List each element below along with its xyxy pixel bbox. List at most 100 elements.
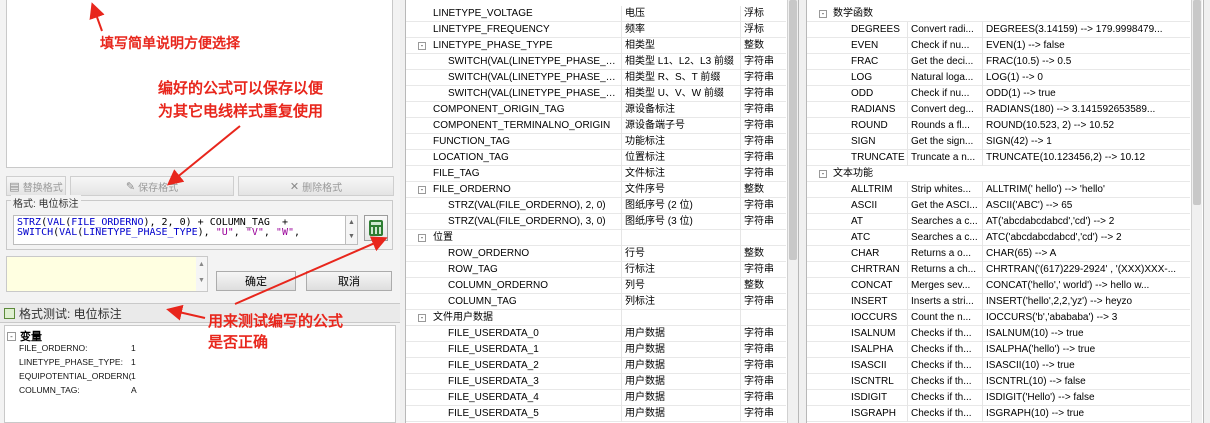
attribute-description: 列标注 [625, 294, 741, 310]
function-row[interactable]: CHAR Returns a o... CHAR(65) --> A [807, 246, 1190, 262]
tree-collapse-icon[interactable]: - [418, 186, 426, 194]
save-format-button[interactable]: ✎ 保存格式 [70, 176, 234, 196]
function-row[interactable]: ISGRAPH Checks if th... ISGRAPH(10) --> tr… [807, 406, 1190, 422]
tree-collapse-icon[interactable]: - [819, 170, 827, 178]
function-group-row[interactable]: - 数学函数 [807, 6, 1190, 22]
attribute-name: FILE_ORDERNO [433, 182, 622, 198]
function-row[interactable]: TRUNCATE Truncate a n... TRUNCATE(10.12345… [807, 150, 1190, 166]
function-row[interactable]: ODD Check if nu... ODD(1) --> true [807, 86, 1190, 102]
attribute-row[interactable]: ROW_TAG 行标注 字符串 [406, 262, 786, 278]
function-row[interactable]: LOG Natural loga... LOG(1) --> 0 [807, 70, 1190, 86]
function-row[interactable]: INSERT Inserts a stri... INSERT('hello',2,… [807, 294, 1190, 310]
attribute-group-row[interactable]: - 位置 [406, 230, 786, 246]
function-name: ATC [851, 230, 908, 246]
format-description-input[interactable] [6, 256, 204, 292]
formula-builder-button[interactable] [364, 215, 388, 241]
function-row[interactable]: SIGN Get the sign... SIGN(42) --> 1 [807, 134, 1190, 150]
function-row[interactable]: CONCAT Merges sev... CONCAT('hello',' worl… [807, 278, 1190, 294]
attribute-row[interactable]: COMPONENT_ORIGIN_TAG 源设备标注 字符串 [406, 102, 786, 118]
variable-value[interactable]: 1 [131, 357, 136, 367]
function-row[interactable]: IOCCURS Count the n... IOCCURS('b','ababab… [807, 310, 1190, 326]
description-scrollbar[interactable]: ▲ ▼ [196, 256, 208, 292]
functions-grid[interactable]: - 数学函数 DEGREES Convert radi... DEGREES(3.141… [806, 0, 1204, 423]
function-row[interactable]: ISALNUM Checks if th... ISALNUM(10) --> tr… [807, 326, 1190, 342]
attributes-scroll-thumb[interactable] [789, 0, 797, 260]
attribute-row[interactable]: FILE_USERDATA_0 用户数据 字符串 [406, 326, 786, 342]
attribute-row[interactable]: ROW_ORDERNO 行号 整数 [406, 246, 786, 262]
function-row[interactable]: EVEN Check if nu... EVEN(1) --> false [807, 38, 1190, 54]
calculator-icon [369, 220, 383, 236]
attribute-row[interactable]: LINETYPE_VOLTAGE 电压 浮标 [406, 6, 786, 22]
function-example: CHAR(65) --> A [986, 248, 1057, 259]
attribute-group-row[interactable]: - 文件用户数据 [406, 310, 786, 326]
variable-value[interactable]: 1 [131, 371, 136, 381]
variable-value[interactable]: A [131, 385, 137, 395]
attribute-row[interactable]: SWITCH(VAL(LINETYPE_PHASE_TYP... 相类型 U、V、… [406, 86, 786, 102]
attribute-row[interactable]: LINETYPE_FREQUENCY 频率 浮标 [406, 22, 786, 38]
function-row[interactable]: AT Searches a c... AT('abcdabcdabcd','cd')… [807, 214, 1190, 230]
attribute-row[interactable]: STRZ(VAL(FILE_ORDERNO), 3, 0) 图纸序号 (3 位) 字… [406, 214, 786, 230]
attributes-scrollbar[interactable] [787, 0, 798, 423]
attribute-row[interactable]: FILE_USERDATA_4 用户数据 字符串 [406, 390, 786, 406]
attribute-row[interactable]: FUNCTION_TAG 功能标注 字符串 [406, 134, 786, 150]
attribute-row[interactable]: COLUMN_ORDERNO 列号 整数 [406, 278, 786, 294]
function-description: Check if nu... [911, 86, 983, 102]
tree-collapse-icon[interactable]: - [418, 234, 426, 242]
attribute-row[interactable]: COLUMN_TAG 列标注 字符串 [406, 294, 786, 310]
cancel-button[interactable]: 取消 [306, 271, 392, 291]
attribute-name: LINETYPE_VOLTAGE [433, 6, 622, 22]
attribute-group-row[interactable]: - LINETYPE_PHASE_TYPE 相类型 整数 [406, 38, 786, 54]
function-row[interactable]: ROUND Rounds a fl... ROUND(10.523, 2) --> … [807, 118, 1190, 134]
attribute-row[interactable]: FILE_USERDATA_1 用户数据 字符串 [406, 342, 786, 358]
ok-button[interactable]: 确定 [216, 271, 296, 291]
functions-scrollbar[interactable] [1191, 0, 1202, 423]
formula-editor[interactable]: STRZ(VAL(FILE_ORDERNO), 2, 0) + COLUMN_T… [13, 215, 346, 245]
function-row[interactable]: ISCNTRL Checks if th... ISCNTRL(10) --> fa… [807, 374, 1190, 390]
formula-token: "W" [275, 227, 294, 238]
save-icon: ✎ [125, 180, 136, 193]
attribute-description: 相类型 [625, 38, 741, 54]
formula-token: , [263, 227, 276, 238]
functions-scroll-thumb[interactable] [1193, 0, 1201, 205]
attribute-row[interactable]: COMPONENT_TERMINALNO_ORIGIN 源设备端子号 字符串 [406, 118, 786, 134]
function-row[interactable]: ISASCII Checks if th... ISASCII(10) --> tr… [807, 358, 1190, 374]
function-row[interactable]: RADIANS Convert deg... RADIANS(180) --> 3.… [807, 102, 1190, 118]
function-group-row[interactable]: - 文本功能 [807, 166, 1190, 182]
attribute-row[interactable]: LOCATION_TAG 位置标注 字符串 [406, 150, 786, 166]
tree-collapse-icon[interactable]: - [418, 42, 426, 50]
function-row[interactable]: DEGREES Convert radi... DEGREES(3.14159) -… [807, 22, 1190, 38]
attribute-row[interactable]: FILE_USERDATA_3 用户数据 字符串 [406, 374, 786, 390]
attribute-row[interactable]: FILE_USERDATA_2 用户数据 字符串 [406, 358, 786, 374]
annotation-save-hint-line2: 为其它电线样式重复使用 [158, 102, 324, 120]
attribute-row[interactable]: FILE_TAG 文件标注 字符串 [406, 166, 786, 182]
attribute-description: 源设备标注 [625, 102, 741, 118]
variable-value[interactable]: 1 [131, 343, 136, 353]
function-row[interactable]: FRAC Get the deci... FRAC(10.5) --> 0.5 [807, 54, 1190, 70]
attribute-description: 频率 [625, 22, 741, 38]
variables-group[interactable]: - 变量 [7, 328, 42, 344]
function-row[interactable]: CHRTRAN Returns a ch... CHRTRAN('(617)229-… [807, 262, 1190, 278]
attributes-grid[interactable]: LINETYPE_VOLTAGE 电压 浮标 LINETYPE_FREQUENCY 频率… [405, 0, 799, 423]
attribute-group-row[interactable]: - FILE_ORDERNO 文件序号 整数 [406, 182, 786, 198]
format-group-label: 格式: 电位标注 [11, 195, 81, 210]
tree-collapse-icon[interactable]: - [418, 314, 426, 322]
function-row[interactable]: ISALPHA Checks if th... ISALPHA('hello') -… [807, 342, 1190, 358]
tree-collapse-icon[interactable]: - [819, 10, 827, 18]
attribute-description: 行号 [625, 246, 741, 262]
collapse-icon[interactable]: - [7, 331, 16, 341]
formula-line: SWITCH(VAL(LINETYPE_PHASE_TYPE), "U", "V… [17, 228, 342, 238]
function-row[interactable]: ALLTRIM Strip whites... ALLTRIM(' hello') … [807, 182, 1190, 198]
function-row[interactable]: ISDIGIT Checks if th... ISDIGIT('Hello') -… [807, 390, 1190, 406]
attribute-row[interactable]: SWITCH(VAL(LINETYPE_PHASE_TYP... 相类型 R、S、… [406, 70, 786, 86]
replace-format-button[interactable]: ▤ 替换格式 [6, 176, 66, 196]
delete-format-button[interactable]: ✕ 删除格式 [238, 176, 394, 196]
function-row[interactable]: ATC Searches a c... ATC('abcdabcdabcd','cd… [807, 230, 1190, 246]
function-name: CHAR [851, 246, 908, 262]
attribute-description: 用户数据 [625, 374, 741, 390]
function-row[interactable]: ASCII Get the ASCI... ASCII('ABC') --> 65 [807, 198, 1190, 214]
attribute-row[interactable]: FILE_USERDATA_5 用户数据 字符串 [406, 406, 786, 422]
attribute-row[interactable]: STRZ(VAL(FILE_ORDERNO), 2, 0) 图纸序号 (2 位) 字… [406, 198, 786, 214]
formula-scrollbar[interactable]: ▲ ▼ [346, 215, 358, 245]
attribute-row[interactable]: SWITCH(VAL(LINETYPE_PHASE_TYP... 相类型 L1、L… [406, 54, 786, 70]
attribute-description [625, 310, 741, 326]
